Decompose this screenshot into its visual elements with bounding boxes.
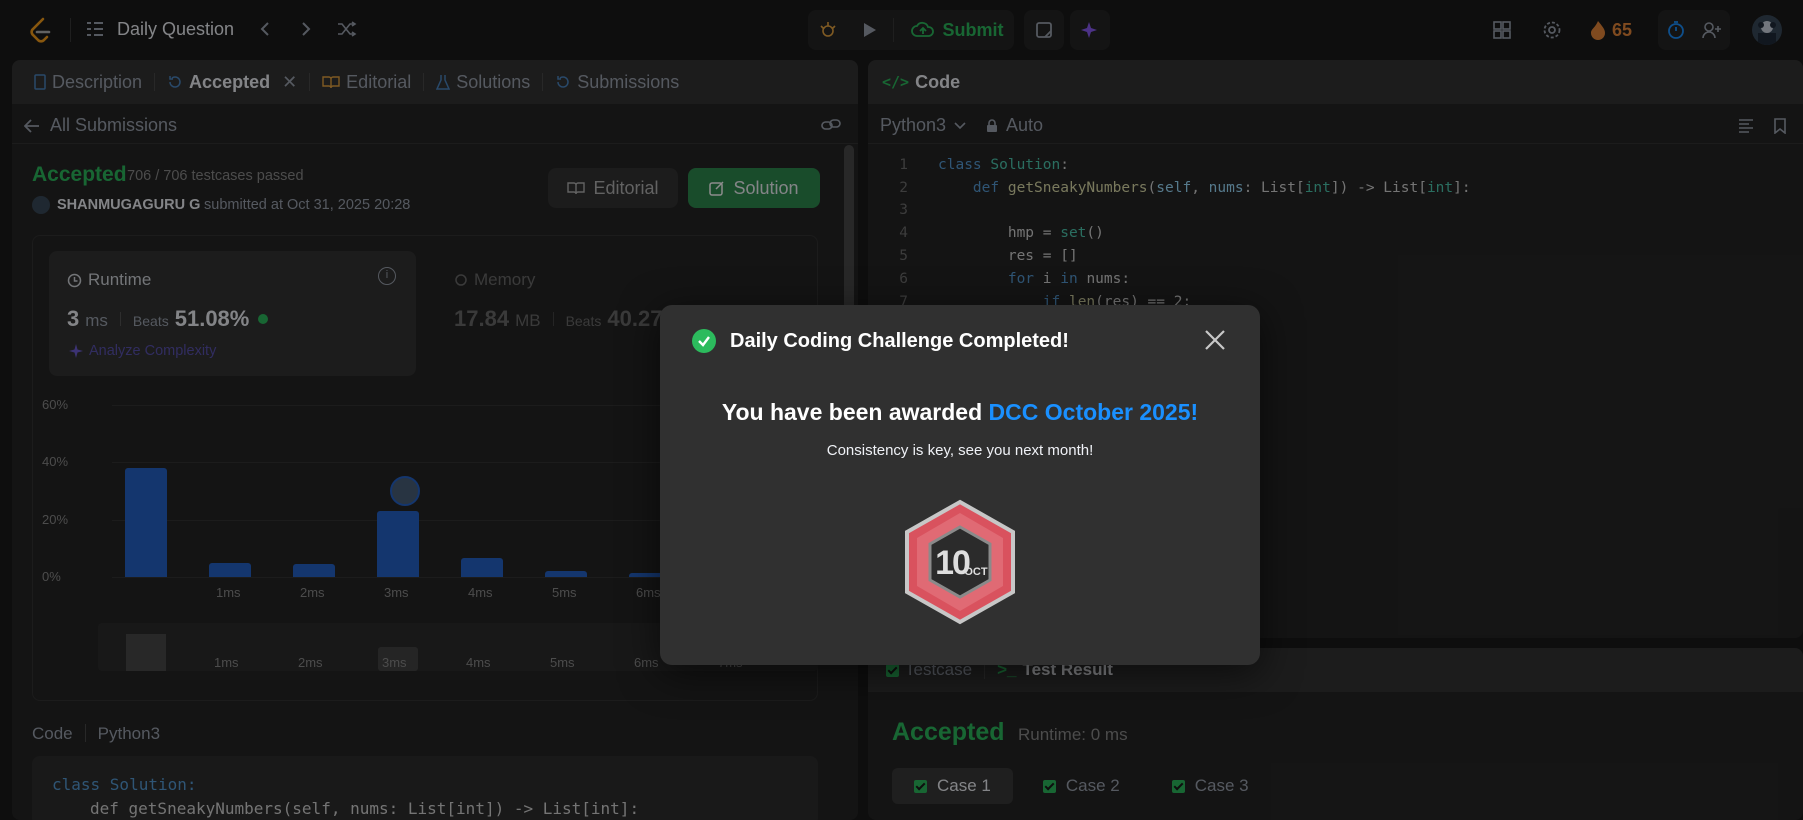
check-circle-icon: [692, 329, 716, 353]
dcc-badge-icon: 10 OCT: [902, 499, 1018, 625]
badge-month: OCT: [964, 566, 988, 578]
modal-subtitle: Consistency is key, see you next month!: [826, 442, 1094, 459]
dcc-modal: Daily Coding Challenge Completed! You ha…: [660, 305, 1260, 665]
award-prefix: You have been awarded: [721, 399, 989, 425]
modal-title: Daily Coding Challenge Completed!: [730, 330, 1069, 352]
award-line: You have been awarded DCC October 2025!: [660, 399, 1260, 426]
award-name: DCC October 2025!: [988, 399, 1199, 425]
close-icon[interactable]: [1200, 325, 1230, 355]
